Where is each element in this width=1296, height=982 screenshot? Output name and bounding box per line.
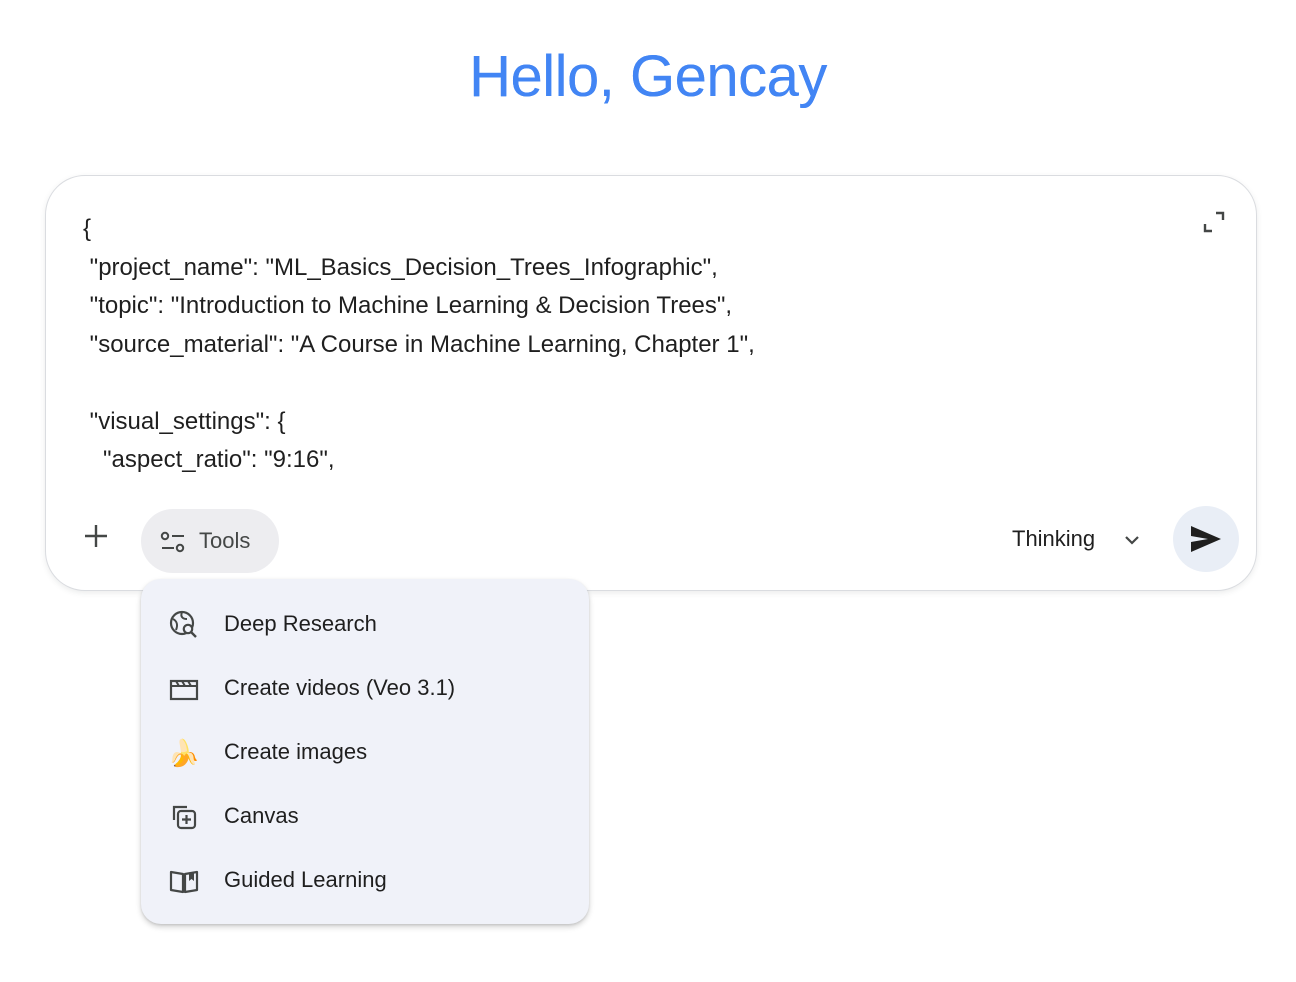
expand-icon [1203, 211, 1225, 233]
menu-item-guided-learning[interactable]: Guided Learning [141, 848, 589, 912]
movie-clapper-icon [169, 674, 199, 704]
prompt-input[interactable]: { "project_name": "ML_Basics_Decision_Tr… [83, 210, 1163, 480]
tools-menu: Deep Research Create videos (Veo 3.1) 🍌 … [141, 579, 589, 924]
expand-button[interactable] [1200, 208, 1228, 236]
app-page: Hello, Gencay { "project_name": "ML_Basi… [0, 0, 1296, 982]
prompt-composer: { "project_name": "ML_Basics_Decision_Tr… [45, 175, 1257, 591]
tools-button[interactable]: Tools [141, 509, 279, 573]
send-icon [1191, 526, 1221, 552]
menu-item-deep-research[interactable]: Deep Research [141, 592, 589, 656]
menu-item-label: Deep Research [224, 611, 377, 636]
banana-icon: 🍌 [167, 738, 201, 768]
canvas-add-icon [169, 802, 199, 832]
menu-item-create-videos[interactable]: Create videos (Veo 3.1) [141, 656, 589, 720]
menu-item-label: Create videos (Veo 3.1) [224, 675, 456, 700]
globe-search-icon [169, 610, 199, 640]
menu-item-canvas[interactable]: Canvas [141, 784, 589, 848]
tune-icon [160, 531, 185, 553]
menu-item-create-images[interactable]: 🍌 Create images [141, 720, 589, 784]
open-book-icon [169, 866, 199, 896]
send-button[interactable] [1173, 506, 1239, 572]
tools-label: Tools [199, 528, 251, 553]
menu-item-label: Canvas [224, 803, 299, 828]
add-attachment-button[interactable] [72, 512, 120, 560]
plus-icon [85, 525, 107, 547]
mode-label: Thinking [1012, 526, 1096, 551]
chevron-down-icon [1125, 536, 1139, 545]
greeting-title: Hello, Gencay [0, 40, 1296, 114]
menu-item-label: Guided Learning [224, 867, 387, 892]
menu-item-label: Create images [224, 739, 368, 764]
model-mode-select[interactable]: Thinking [1002, 516, 1152, 562]
